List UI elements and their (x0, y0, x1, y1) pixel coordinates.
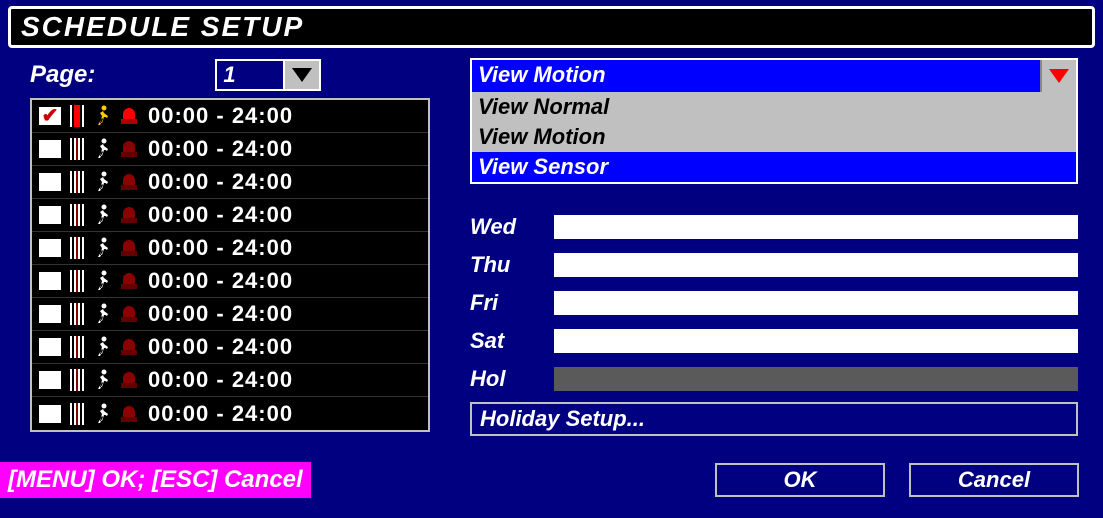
day-row: Thu (470, 246, 1078, 284)
schedule-row[interactable]: 00:00 - 24:00 (32, 265, 428, 298)
schedule-checkbox[interactable] (38, 238, 62, 258)
schedule-row[interactable]: 00:00 - 24:00 (32, 166, 428, 199)
holiday-setup-button[interactable]: Holiday Setup... (470, 402, 1078, 436)
page-dropdown-button[interactable] (285, 59, 321, 91)
film-icon (66, 302, 88, 326)
chevron-down-icon (1049, 69, 1069, 83)
window-title: SCHEDULE SETUP (8, 6, 1095, 48)
left-panel: Page: 1 ✔ 00:00 - 24:00 00:00 - 24:00 00:00… (30, 58, 430, 432)
film-icon (66, 104, 88, 128)
schedule-checkbox[interactable] (38, 404, 62, 424)
sensor-icon (118, 137, 140, 161)
hint-text: [MENU] OK; [ESC] Cancel (0, 462, 311, 498)
day-bar[interactable] (554, 253, 1078, 277)
sensor-icon (118, 368, 140, 392)
day-row: Sat (470, 322, 1078, 360)
film-icon (66, 335, 88, 359)
film-icon (66, 402, 88, 426)
right-panel: View Motion View NormalView MotionView S… (470, 58, 1080, 432)
page-value: 1 (215, 59, 285, 91)
schedule-checkbox[interactable] (38, 139, 62, 159)
schedule-row[interactable]: 00:00 - 24:00 (32, 364, 428, 397)
checkmark-icon: ✔ (42, 106, 59, 126)
day-row: Fri (470, 284, 1078, 322)
schedule-row[interactable]: 00:00 - 24:00 (32, 232, 428, 265)
view-selected-value: View Motion (472, 60, 1040, 92)
film-icon (66, 236, 88, 260)
schedule-time: 00:00 - 24:00 (148, 268, 293, 294)
sensor-icon (118, 170, 140, 194)
page-select[interactable]: 1 (215, 59, 321, 91)
schedule-time: 00:00 - 24:00 (148, 136, 293, 162)
schedule-time: 00:00 - 24:00 (148, 367, 293, 393)
sensor-icon (118, 302, 140, 326)
schedule-time: 00:00 - 24:00 (148, 301, 293, 327)
day-label: Fri (470, 290, 530, 316)
motion-icon (92, 236, 114, 260)
schedule-checkbox[interactable] (38, 271, 62, 291)
day-row: Wed (470, 208, 1078, 246)
schedule-checkbox[interactable] (38, 337, 62, 357)
film-icon (66, 137, 88, 161)
motion-icon (92, 137, 114, 161)
motion-icon (92, 203, 114, 227)
schedule-row[interactable]: ✔ 00:00 - 24:00 (32, 100, 428, 133)
motion-icon (92, 269, 114, 293)
schedule-checkbox[interactable]: ✔ (38, 106, 62, 126)
sensor-icon (118, 335, 140, 359)
schedule-time: 00:00 - 24:00 (148, 334, 293, 360)
day-row: Hol (470, 360, 1078, 398)
schedule-checkbox[interactable] (38, 370, 62, 390)
schedule-row[interactable]: 00:00 - 24:00 (32, 133, 428, 166)
day-bar[interactable] (554, 215, 1078, 239)
motion-icon (92, 402, 114, 426)
schedule-time: 00:00 - 24:00 (148, 103, 293, 129)
page-label: Page: (30, 61, 95, 89)
film-icon (66, 368, 88, 392)
cancel-button[interactable]: Cancel (909, 463, 1079, 497)
sensor-icon (118, 236, 140, 260)
sensor-icon (118, 269, 140, 293)
motion-icon (92, 104, 114, 128)
schedule-time: 00:00 - 24:00 (148, 169, 293, 195)
schedule-row[interactable]: 00:00 - 24:00 (32, 331, 428, 364)
chevron-down-icon (292, 68, 312, 82)
motion-icon (92, 368, 114, 392)
day-label: Wed (470, 214, 530, 240)
view-dropdown[interactable]: View Motion View NormalView MotionView S… (470, 58, 1078, 184)
day-grid: Wed Thu Fri Sat Hol (470, 208, 1078, 398)
motion-icon (92, 302, 114, 326)
schedule-checkbox[interactable] (38, 172, 62, 192)
film-icon (66, 170, 88, 194)
schedule-list: ✔ 00:00 - 24:00 00:00 - 24:00 00:00 - 24:00… (30, 98, 430, 432)
schedule-checkbox[interactable] (38, 205, 62, 225)
ok-button[interactable]: OK (715, 463, 885, 497)
sensor-icon (118, 402, 140, 426)
sensor-icon (118, 104, 140, 128)
day-label: Thu (470, 252, 530, 278)
film-icon (66, 269, 88, 293)
day-bar[interactable] (554, 367, 1078, 391)
view-options-list: View NormalView MotionView Sensor (472, 92, 1076, 182)
sensor-icon (118, 203, 140, 227)
day-bar[interactable] (554, 291, 1078, 315)
view-option[interactable]: View Sensor (472, 152, 1076, 182)
schedule-row[interactable]: 00:00 - 24:00 (32, 397, 428, 430)
schedule-time: 00:00 - 24:00 (148, 401, 293, 427)
day-label: Sat (470, 328, 530, 354)
schedule-time: 00:00 - 24:00 (148, 202, 293, 228)
motion-icon (92, 170, 114, 194)
view-option[interactable]: View Normal (472, 92, 1076, 122)
schedule-checkbox[interactable] (38, 304, 62, 324)
day-bar[interactable] (554, 329, 1078, 353)
schedule-row[interactable]: 00:00 - 24:00 (32, 298, 428, 331)
schedule-time: 00:00 - 24:00 (148, 235, 293, 261)
view-dropdown-button[interactable] (1040, 60, 1076, 92)
day-label: Hol (470, 366, 530, 392)
motion-icon (92, 335, 114, 359)
schedule-row[interactable]: 00:00 - 24:00 (32, 199, 428, 232)
view-option[interactable]: View Motion (472, 122, 1076, 152)
film-icon (66, 203, 88, 227)
